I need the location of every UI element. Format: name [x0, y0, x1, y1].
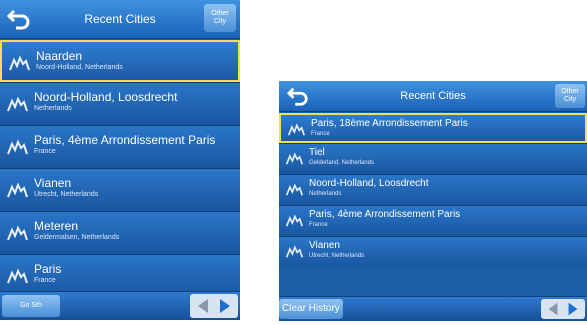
footer: Clear History: [279, 296, 587, 321]
recent-cities-screen-right: Recent Cities Other City Paris, 18ème Ar…: [279, 81, 587, 321]
list-item[interactable]: Vianen Utrecht, Netherlands: [0, 168, 240, 211]
city-region: France: [34, 277, 56, 284]
list-item[interactable]: Paris, 4ème Arrondissement Paris France: [279, 205, 587, 236]
recent-cities-screen-left: Recent Cities Other City Naarden Noord-Ho…: [0, 0, 240, 320]
city-icon: [287, 123, 305, 136]
city-icon: [285, 152, 303, 165]
right-arrow-icon[interactable]: [565, 301, 581, 317]
item-text: Paris France: [34, 262, 236, 285]
city-icon: [7, 182, 28, 198]
list-item[interactable]: Tiel Gelderland, Netherlands: [279, 143, 587, 174]
city-name: Vianen: [309, 240, 340, 251]
city-icon: [7, 139, 28, 155]
city-region: France: [309, 222, 328, 228]
other-city-label-1: Other: [561, 88, 579, 95]
list-item[interactable]: Paris, 18ème Arrondissement Paris France: [279, 113, 587, 143]
city-name: Meteren: [34, 219, 79, 233]
city-region: France: [311, 131, 330, 137]
page-title: Recent Cities: [84, 12, 156, 26]
list-item[interactable]: Noord-Holland, Loosdrecht Netherlands: [0, 82, 240, 125]
city-icon: [7, 268, 28, 284]
footer: Go Sth: [0, 291, 240, 320]
other-city-label-2: City: [563, 96, 577, 103]
city-region: France: [34, 148, 56, 155]
city-region: Utrecht, Netherlands: [34, 191, 99, 198]
list-item[interactable]: Meteren Geldermalsen, Netherlands: [0, 211, 240, 254]
item-text: Naarden Noord-Holland, Netherlands: [36, 49, 234, 72]
item-text: Meteren Geldermalsen, Netherlands: [34, 219, 236, 242]
city-region: Netherlands: [309, 191, 342, 197]
page-title: Recent Cities: [400, 90, 466, 102]
city-name: Paris, 18ème Arrondissement Paris: [311, 118, 468, 129]
back-arrow-icon[interactable]: [6, 7, 32, 31]
city-name: Vianen: [34, 176, 72, 190]
recent-cities-list: Paris, 18ème Arrondissement Paris France T…: [279, 113, 587, 267]
list-item[interactable]: Naarden Noord-Holland, Netherlands: [0, 40, 240, 82]
item-text: Vianen Utrecht, Netherlands: [309, 240, 583, 260]
header: Recent Cities Other City: [279, 81, 587, 112]
city-name: Noord-Holland, Loosdrecht: [34, 90, 178, 104]
city-icon: [285, 214, 303, 227]
list-item[interactable]: Paris, 4ème Arrondissement Paris France: [0, 125, 240, 168]
page-arrows: [541, 299, 585, 319]
city-name: Paris, 4ème Arrondissement Paris: [309, 209, 461, 220]
city-name: Naarden: [36, 49, 83, 63]
footer-button[interactable]: Go Sth: [2, 295, 60, 317]
right-arrow-icon[interactable]: [216, 297, 234, 315]
city-icon: [285, 183, 303, 196]
city-region: Netherlands: [34, 105, 72, 112]
left-arrow-icon[interactable]: [194, 297, 212, 315]
city-name: Tiel: [309, 147, 325, 158]
city-name: Paris, 4ème Arrondissement Paris: [34, 133, 216, 147]
recent-cities-list: Naarden Noord-Holland, Netherlands Noord-H…: [0, 40, 240, 297]
item-text: Noord-Holland, Loosdrecht Netherlands: [309, 178, 583, 198]
list-item[interactable]: Vianen Utrecht, Netherlands: [279, 236, 587, 267]
clear-history-button[interactable]: Clear History: [279, 299, 343, 319]
city-region: Geldermalsen, Netherlands: [34, 234, 120, 241]
left-arrow-icon[interactable]: [545, 301, 561, 317]
other-city-label-1: Other: [211, 10, 229, 17]
item-text: Noord-Holland, Loosdrecht Netherlands: [34, 90, 236, 113]
item-text: Tiel Gelderland, Netherlands: [309, 147, 583, 167]
other-city-button[interactable]: Other City: [204, 4, 236, 32]
city-icon: [7, 225, 28, 241]
page-arrows: [190, 294, 238, 318]
city-icon: [7, 96, 28, 112]
city-region: Gelderland, Netherlands: [309, 160, 375, 166]
item-text: Vianen Utrecht, Netherlands: [34, 176, 236, 199]
city-region: Noord-Holland, Netherlands: [36, 64, 123, 71]
item-text: Paris, 4ème Arrondissement Paris France: [309, 209, 583, 229]
other-city-label-2: City: [213, 18, 227, 25]
city-region: Utrecht, Netherlands: [309, 253, 365, 259]
list-item[interactable]: Noord-Holland, Loosdrecht Netherlands: [279, 174, 587, 205]
city-icon: [9, 55, 30, 71]
back-arrow-icon[interactable]: [285, 85, 311, 107]
city-name: Paris: [34, 262, 62, 276]
city-name: Noord-Holland, Loosdrecht: [309, 178, 429, 189]
item-text: Paris, 18ème Arrondissement Paris France: [311, 118, 581, 138]
other-city-button[interactable]: Other City: [555, 84, 585, 108]
city-icon: [285, 245, 303, 258]
header: Recent Cities Other City: [0, 0, 240, 39]
item-text: Paris, 4ème Arrondissement Paris France: [34, 133, 236, 156]
